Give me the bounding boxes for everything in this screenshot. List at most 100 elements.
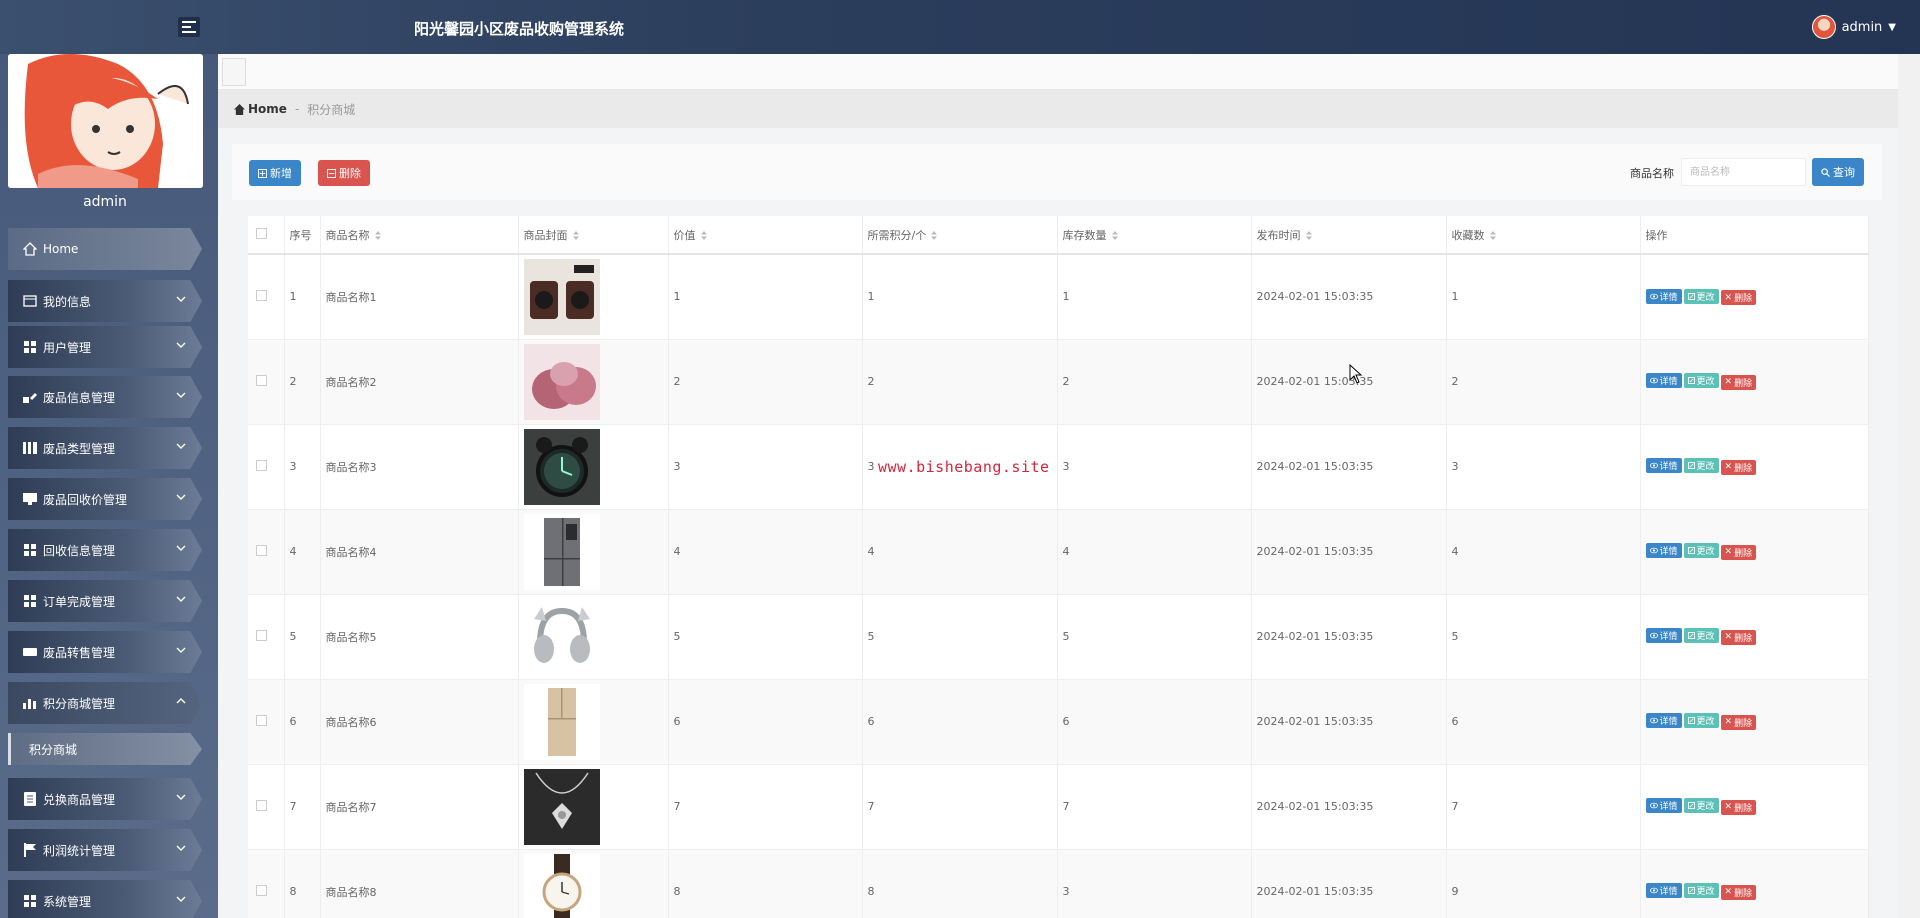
edit-icon <box>1687 887 1695 895</box>
tab-handle[interactable] <box>222 58 246 86</box>
select-all-checkbox[interactable] <box>256 227 267 239</box>
edit-icon <box>1687 377 1695 385</box>
detail-button[interactable]: 详情 <box>1645 543 1682 559</box>
row-select-cell[interactable] <box>248 679 285 765</box>
sidebar-item-recycle-price[interactable]: 废品回收价管理 <box>8 478 202 520</box>
edit-button[interactable]: 更改 <box>1683 798 1719 814</box>
sidebar-item-home[interactable]: Home <box>8 228 202 270</box>
sidebar-item-order-complete[interactable]: 订单完成管理 <box>8 580 202 622</box>
row-select-cell[interactable] <box>248 509 285 595</box>
remove-button[interactable]: ✕ 删除 <box>1720 799 1757 815</box>
edit-button[interactable]: 更改 <box>1683 628 1719 644</box>
row-select-cell[interactable] <box>248 849 285 918</box>
row-checkbox[interactable] <box>256 884 267 896</box>
cell-name: 商品名称5 <box>320 594 519 680</box>
remove-button[interactable]: ✕ 删除 <box>1720 544 1757 560</box>
sidebar-subitem-label: 积分商城 <box>29 742 78 757</box>
sidebar-item-points-mall[interactable]: 积分商城管理 <box>8 682 202 724</box>
sidebar-item-waste-info[interactable]: 废品信息管理 <box>8 376 202 418</box>
sidebar-item-my-info[interactable]: 我的信息 <box>8 280 202 322</box>
col-header-value[interactable]: 价值 <box>668 216 863 255</box>
sidebar-item-user-management[interactable]: 用户管理 <box>8 326 202 368</box>
add-button[interactable]: 新增 <box>249 160 301 186</box>
sort-icon[interactable] <box>374 231 381 240</box>
remove-button[interactable]: ✕ 删除 <box>1720 884 1757 900</box>
sort-icon[interactable] <box>1305 231 1312 240</box>
remove-button[interactable]: ✕ 删除 <box>1720 714 1757 730</box>
row-checkbox[interactable] <box>256 289 267 301</box>
col-header-points[interactable]: 所需积分/个 <box>862 216 1058 255</box>
remove-button[interactable]: ✕ 删除 <box>1720 459 1757 475</box>
remove-button[interactable]: ✕ 删除 <box>1720 629 1757 645</box>
sidebar-item-waste-type[interactable]: 废品类型管理 <box>8 427 202 469</box>
cell-points: 7 <box>862 764 1058 850</box>
sidebar-item-system[interactable]: 系统管理 <box>8 880 202 918</box>
menu-icon <box>182 21 196 33</box>
sort-icon[interactable] <box>572 231 579 240</box>
row-select-cell[interactable] <box>248 254 285 340</box>
edit-button[interactable]: 更改 <box>1683 458 1719 474</box>
remove-button-label: 删除 <box>1734 378 1753 389</box>
sidebar-item-waste-resale[interactable]: 废品转售管理 <box>8 631 202 673</box>
row-checkbox[interactable] <box>256 544 267 556</box>
detail-button[interactable]: 详情 <box>1645 713 1682 729</box>
row-select-cell[interactable] <box>248 764 285 850</box>
app-title: 阳光馨园小区废品收购管理系统 <box>414 20 625 38</box>
select-all-cell[interactable] <box>248 216 285 255</box>
cell-actions: 详情 更改 ✕ 删除 <box>1640 424 1869 510</box>
edit-button[interactable]: 更改 <box>1683 288 1719 304</box>
sort-icon[interactable] <box>931 231 938 240</box>
sidebar-item-exchange-goods[interactable]: 兑换商品管理 <box>8 778 202 820</box>
cell-favs: 2 <box>1446 339 1641 425</box>
edit-button-label: 更改 <box>1696 547 1715 558</box>
row-select-cell[interactable] <box>248 424 285 510</box>
sort-icon[interactable] <box>700 231 707 240</box>
sort-icon[interactable] <box>1489 231 1496 240</box>
row-checkbox[interactable] <box>256 629 267 641</box>
sidebar-subitem-points-mall[interactable]: 积分商城 <box>8 733 202 765</box>
row-checkbox[interactable] <box>256 459 267 471</box>
detail-button[interactable]: 详情 <box>1645 458 1682 474</box>
chevron-down-icon <box>176 794 186 800</box>
detail-button[interactable]: 详情 <box>1645 798 1682 814</box>
row-checkbox[interactable] <box>256 374 267 386</box>
detail-button[interactable]: 详情 <box>1645 883 1682 899</box>
menu-toggle-button[interactable] <box>178 17 200 37</box>
row-select-cell[interactable] <box>248 594 285 680</box>
search-button[interactable]: 查询 <box>1812 158 1864 186</box>
col-header-stock[interactable]: 库存数量 <box>1057 216 1252 255</box>
edit-button[interactable]: 更改 <box>1683 373 1719 389</box>
col-header-favs[interactable]: 收藏数 <box>1446 216 1641 255</box>
caret-down-icon: ▼ <box>1888 21 1896 33</box>
col-header-name[interactable]: 商品名称 <box>320 216 519 255</box>
remove-button[interactable]: ✕ 删除 <box>1720 290 1757 305</box>
monitor-icon <box>22 492 38 506</box>
detail-button-label: 详情 <box>1659 547 1678 558</box>
col-header-time[interactable]: 发布时间 <box>1251 216 1447 255</box>
user-menu[interactable]: admin ▼ <box>1811 15 1896 39</box>
remove-button[interactable]: ✕ 删除 <box>1720 374 1757 390</box>
col-header-cover[interactable]: 商品封面 <box>518 216 669 255</box>
detail-button[interactable]: 详情 <box>1645 628 1682 644</box>
delete-button[interactable]: 删除 <box>318 160 370 186</box>
breadcrumb-home[interactable]: Home <box>234 102 287 116</box>
cell-cover <box>518 849 669 918</box>
toolbar: 新增 删除 商品名称 查询 <box>232 144 1882 200</box>
scrollbar[interactable] <box>1898 54 1920 918</box>
edit-button[interactable]: 更改 <box>1683 713 1719 729</box>
col-header-label: 库存数量 <box>1062 228 1107 242</box>
row-checkbox[interactable] <box>256 799 267 811</box>
detail-button[interactable]: 详情 <box>1645 288 1682 304</box>
sidebar-item-profit-stats[interactable]: 利润统计管理 <box>8 829 202 871</box>
grid-icon <box>22 543 38 557</box>
detail-button-label: 详情 <box>1659 632 1678 643</box>
sidebar-item-recycle-info[interactable]: 回收信息管理 <box>8 529 202 571</box>
row-checkbox[interactable] <box>256 714 267 726</box>
detail-button[interactable]: 详情 <box>1645 373 1682 389</box>
cell-actions: 详情 更改 ✕ 删除 <box>1640 764 1869 850</box>
row-select-cell[interactable] <box>248 339 285 425</box>
sort-icon[interactable] <box>1111 231 1118 240</box>
edit-button[interactable]: 更改 <box>1683 543 1719 559</box>
search-input[interactable] <box>1681 158 1806 186</box>
edit-button[interactable]: 更改 <box>1683 883 1719 899</box>
